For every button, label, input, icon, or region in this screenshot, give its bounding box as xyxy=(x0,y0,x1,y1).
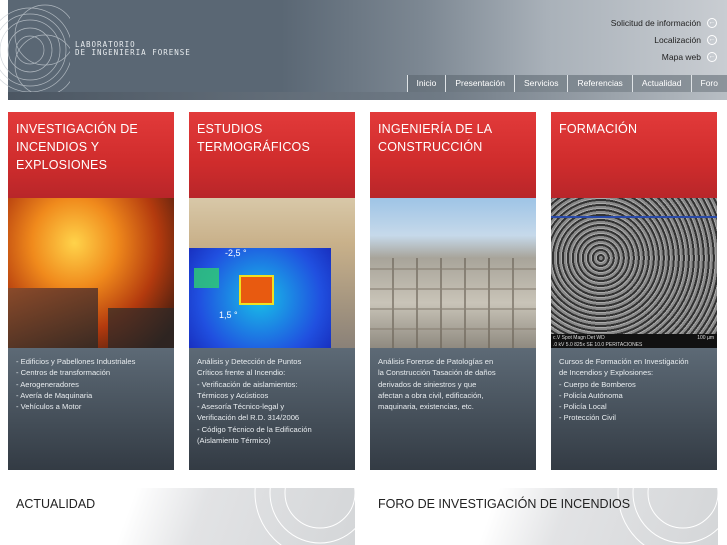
logo-line: DE INGENIERIA FORENSE xyxy=(75,48,191,57)
card-line: - Edificios y Pabellones Industriales xyxy=(16,357,136,366)
card-title[interactable]: ESTUDIOS TERMOGRÁFICOS xyxy=(189,112,355,198)
top-links: Solicitud de información ← Localización ← … xyxy=(611,14,717,65)
nav-foro[interactable]: Foro xyxy=(690,75,727,92)
nav-inicio[interactable]: Inicio xyxy=(406,75,446,92)
thermal-image: -2,5 ° 1,5 ° xyxy=(189,198,355,348)
card-line: - Avería de Maquinaria xyxy=(16,390,93,400)
section-title[interactable]: ACTUALIDAD xyxy=(16,497,95,511)
section-foro: FORO DE INVESTIGACIÓN DE INCENDIOS xyxy=(370,488,718,545)
card-line: Análisis y Detección de Puntos xyxy=(197,357,302,366)
construction-image xyxy=(370,198,536,348)
nav-presentacion[interactable]: Presentación xyxy=(445,75,514,92)
logo-text[interactable]: LABORATORIO DE INGENIERIA FORENSE xyxy=(75,41,191,57)
logo-emblem-icon xyxy=(0,4,70,96)
card-termograficos[interactable]: ESTUDIOS TERMOGRÁFICOS -2,5 ° 1,5 ° Anál… xyxy=(189,112,355,470)
card-title[interactable]: FORMACIÓN xyxy=(551,112,717,198)
main-nav: Inicio Presentación Servicios Referencia… xyxy=(406,75,727,92)
decorative-circles-icon xyxy=(254,488,355,545)
card-line: la Construcción Tasación de daños xyxy=(378,368,496,378)
card-text: - Edificios y Pabellones Industriales - … xyxy=(8,348,174,470)
link-solicitud[interactable]: Solicitud de información ← xyxy=(611,14,717,31)
card-text: Análisis Forense de Patologías en la Con… xyxy=(370,348,536,470)
card-title[interactable]: INGENIERÍA DE LA CONSTRUCCIÓN xyxy=(370,112,536,198)
link-label: Solicitud de información xyxy=(610,17,701,28)
card-line: - Vehículos a Motor xyxy=(16,402,82,412)
sem-scale: 100 µm xyxy=(697,335,714,341)
card-line: derivados de siniestros y que xyxy=(378,379,477,389)
nav-servicios[interactable]: Servicios xyxy=(513,75,567,92)
card-line: - Asesoría Técnico-legal y xyxy=(197,402,285,412)
link-label: Mapa web xyxy=(661,51,701,62)
card-line: afectan a obra civil, edificación, xyxy=(378,390,484,400)
fire-image xyxy=(8,198,174,348)
card-text: Análisis y Detección de Puntos Críticos … xyxy=(189,348,355,470)
arrow-circle-icon: ← xyxy=(707,34,717,45)
card-line: Críticos frente al Incendio: xyxy=(197,368,286,378)
sem-label: .0 kV 5.0 825x SE 10.0 PERITACIONES xyxy=(553,341,643,348)
nav-referencias[interactable]: Referencias xyxy=(567,75,631,92)
card-line: - Cuerpo de Bomberos xyxy=(559,379,636,389)
card-line: - Centros de transformación xyxy=(16,368,111,378)
card-line: - Policía Local xyxy=(559,402,607,412)
card-line: - Policía Autónoma xyxy=(559,390,623,400)
link-localizacion[interactable]: Localización ← xyxy=(611,31,717,48)
card-title[interactable]: INVESTIGACIÓN DE INCENDIOS Y EXPLOSIONES xyxy=(8,112,174,198)
card-construccion[interactable]: INGENIERÍA DE LA CONSTRUCCIÓN Análisis F… xyxy=(370,112,536,470)
temp-label: -2,5 ° xyxy=(225,248,247,258)
card-line: Cursos de Formación en Investigación xyxy=(559,357,689,366)
card-incendios[interactable]: INVESTIGACIÓN DE INCENDIOS Y EXPLOSIONES… xyxy=(8,112,174,470)
card-line: - Verificación de aislamientos: xyxy=(197,379,298,389)
card-line: de Incendios y Explosiones: xyxy=(559,368,654,378)
microscope-image: c.V Spot Magn Det WD .0 kV 5.0 825x SE 1… xyxy=(551,198,717,348)
card-line: Análisis Forense de Patologías en xyxy=(378,357,494,366)
card-line: - Aerogeneradores xyxy=(16,379,79,389)
card-line: Térmicos y Acústicos xyxy=(197,390,269,400)
arrow-circle-icon: ← xyxy=(707,51,717,62)
temp-label: 1,5 ° xyxy=(219,310,238,320)
card-line: (Aislamiento Térmico) xyxy=(197,436,271,446)
site-header: LABORATORIO DE INGENIERIA FORENSE Solici… xyxy=(0,0,727,100)
link-label: Localización xyxy=(654,34,701,45)
card-formacion[interactable]: FORMACIÓN c.V Spot Magn Det WD .0 kV 5.0… xyxy=(551,112,717,470)
link-mapa-web[interactable]: Mapa web ← xyxy=(611,48,717,65)
card-text: Cursos de Formación en Investigación de … xyxy=(551,348,717,470)
card-line: maquinaria, existencias, etc. xyxy=(378,402,474,412)
card-line: - Protección Civil xyxy=(559,413,616,423)
section-actualidad: ACTUALIDAD xyxy=(8,488,355,545)
card-line: Verificación del R.D. 314/2006 xyxy=(197,413,300,423)
section-title[interactable]: FORO DE INVESTIGACIÓN DE INCENDIOS xyxy=(378,497,630,511)
arrow-circle-icon: ← xyxy=(707,17,717,28)
card-line: - Código Técnico de la Edificación xyxy=(197,424,312,434)
nav-actualidad[interactable]: Actualidad xyxy=(631,75,691,92)
sem-info-bar: c.V Spot Magn Det WD .0 kV 5.0 825x SE 1… xyxy=(551,334,717,348)
